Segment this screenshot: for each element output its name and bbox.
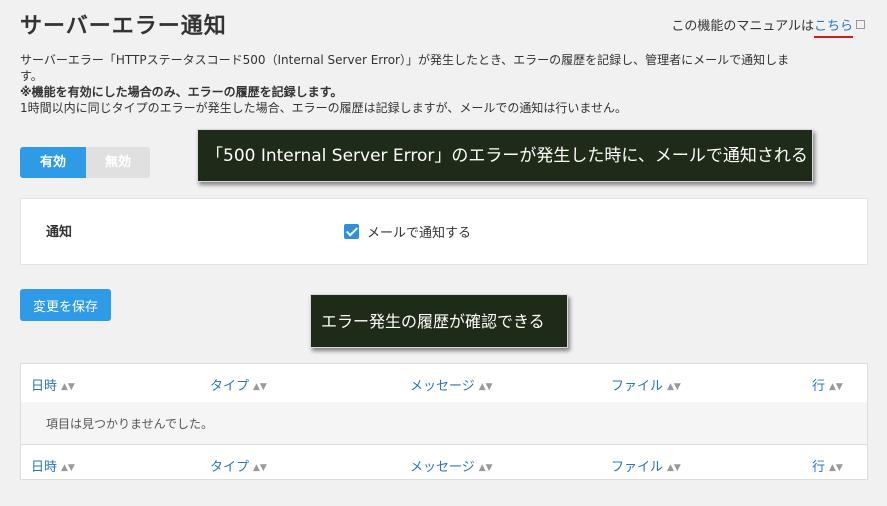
sort-icon: ▲▼ (667, 382, 681, 392)
error-history-table: 日時 ▲▼ タイプ ▲▼ メッセージ ▲▼ ファイル ▲▼ 行 ▲▼ 項目は見つかりません… (20, 363, 868, 480)
toggle-enabled-button[interactable]: 有効 (20, 147, 86, 178)
column-footer-file[interactable]: ファイル ▲▼ (611, 456, 681, 475)
email-notify-option[interactable]: メールで通知する (344, 222, 471, 241)
column-footer-label: ファイル (611, 460, 664, 475)
email-notify-label[interactable]: メールで通知する (367, 222, 471, 241)
sort-icon: ▲▼ (61, 382, 75, 392)
sort-icon: ▲▼ (253, 463, 267, 473)
email-notify-checkbox[interactable] (344, 224, 359, 239)
manual-link-area: この機能のマニュアルはこちら (671, 15, 865, 38)
description-line-3: 1時間以内に同じタイプのエラーが発生した場合、エラーの履歴は記録しますが、メール… (20, 101, 628, 115)
table-header-row: 日時 ▲▼ タイプ ▲▼ メッセージ ▲▼ ファイル ▲▼ 行 ▲▼ (21, 364, 867, 403)
sort-icon: ▲▼ (478, 382, 493, 392)
column-header-type[interactable]: タイプ ▲▼ (210, 375, 267, 394)
save-button[interactable]: 変更を保存 (20, 289, 111, 321)
column-footer-type[interactable]: タイプ ▲▼ (210, 456, 267, 475)
column-footer-message[interactable]: メッセージ ▲▼ (410, 456, 493, 475)
sort-icon: ▲▼ (478, 463, 493, 473)
manual-prefix: この機能のマニュアルは (671, 19, 814, 34)
column-footer-label: 行 (812, 460, 826, 475)
empty-message: 項目は見つかりませんでした。 (46, 417, 214, 431)
column-header-label: ファイル (611, 379, 664, 394)
column-header-line[interactable]: 行 ▲▼ (812, 375, 843, 394)
column-footer-label: タイプ (210, 460, 250, 475)
sort-icon: ▲▼ (829, 382, 843, 392)
column-footer-label: 日時 (31, 460, 58, 475)
column-header-file[interactable]: ファイル ▲▼ (611, 375, 681, 394)
enable-toggle: 有効 無効 (20, 147, 150, 178)
sort-icon: ▲▼ (253, 382, 267, 392)
column-header-datetime[interactable]: 日時 ▲▼ (31, 375, 75, 394)
notify-label: 通知 (46, 225, 73, 240)
column-header-label: 日時 (31, 379, 58, 394)
sort-icon: ▲▼ (61, 463, 75, 473)
page-title: サーバーエラー通知 (20, 14, 227, 39)
column-footer-datetime[interactable]: 日時 ▲▼ (31, 456, 75, 475)
column-header-message[interactable]: メッセージ ▲▼ (410, 375, 493, 394)
description: サーバーエラー「HTTPステータスコード500（Internal Server … (20, 52, 868, 116)
toggle-disabled-button[interactable]: 無効 (86, 147, 150, 178)
table-empty-row: 項目は見つかりませんでした。 (21, 402, 867, 444)
column-header-label: タイプ (210, 379, 250, 394)
sort-icon: ▲▼ (829, 463, 843, 473)
annotation-callout-history-notice: エラー発生の履歴が確認できる (310, 294, 568, 348)
description-note: ※機能を有効にした場合のみ、エラーの履歴を記録します。 (20, 85, 343, 99)
annotation-callout-email-notice: 「500 Internal Server Error」のエラーが発生した時に、メ… (197, 129, 813, 182)
notify-settings-panel: 通知 メールで通知する (20, 198, 868, 265)
table-footer-row: 日時 ▲▼ タイプ ▲▼ メッセージ ▲▼ ファイル ▲▼ 行 ▲▼ (21, 444, 867, 483)
column-header-label: 行 (812, 379, 826, 394)
manual-link[interactable]: こちら (813, 19, 853, 38)
column-header-label: メッセージ (410, 379, 475, 394)
sort-icon: ▲▼ (667, 463, 681, 473)
column-footer-label: メッセージ (410, 460, 475, 475)
column-footer-line[interactable]: 行 ▲▼ (812, 456, 843, 475)
description-line-1: サーバーエラー「HTTPステータスコード500（Internal Server … (20, 53, 790, 67)
external-link-icon (856, 20, 865, 29)
description-line-1b: す。 (20, 69, 43, 83)
